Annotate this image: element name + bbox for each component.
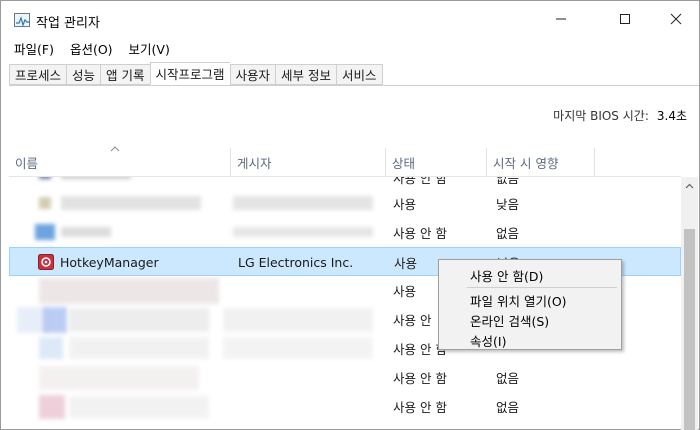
row-status: 사용 안 함 [393, 226, 447, 241]
tab-users[interactable]: 사용자 [229, 64, 276, 85]
tab-app-history[interactable]: 앱 기록 [100, 64, 150, 85]
obscured-text [39, 366, 199, 390]
maximize-icon [620, 14, 630, 24]
obscured-icon [39, 177, 51, 179]
obscured-text [61, 196, 201, 210]
row-publisher: LG Electronics Inc. [238, 255, 354, 270]
table-row[interactable]: 사용 안 함 없음 [9, 363, 681, 392]
table-row[interactable]: 사용 안 함 없음 [9, 218, 681, 247]
context-search-online[interactable]: 온라인 검색(S) [470, 311, 549, 330]
bios-label: 마지막 BIOS 시간: [553, 109, 649, 123]
context-separator [467, 287, 617, 288]
row-status: 사용 안 함 [393, 400, 447, 415]
obscured-icon [35, 224, 55, 240]
row-status: 사용 [394, 256, 418, 271]
context-disable[interactable]: 사용 안 함(D) [470, 266, 543, 285]
minimize-button[interactable] [538, 1, 584, 37]
tab-services[interactable]: 서비스 [336, 64, 383, 85]
tab-strip: 프로세스 성능 앱 기록 시작프로그램 사용자 세부 정보 서비스 [9, 62, 383, 85]
row-impact: 없음 [496, 371, 520, 386]
menu-view[interactable]: 보기(V) [124, 39, 175, 58]
close-button[interactable] [653, 1, 699, 37]
context-properties[interactable]: 속성(I) [470, 331, 506, 350]
tab-details[interactable]: 세부 정보 [275, 64, 337, 85]
hotkey-manager-icon [38, 254, 54, 270]
row-status: 사용 [393, 197, 417, 212]
table-row[interactable]: 사용 안 함 없음 [9, 392, 681, 421]
vertical-scrollbar[interactable] [681, 177, 698, 430]
obscured-text [61, 177, 131, 179]
obscured-icon [39, 197, 51, 209]
context-open-file-location[interactable]: 파일 위치 열기(O) [470, 291, 567, 310]
chevron-up-icon [685, 183, 694, 188]
row-name: HotkeyManager [60, 255, 159, 270]
task-manager-window: 작업 관리자 파일(F) 옵션(O) 보기(V) 프로세스 성능 앱 기록 시작… [0, 0, 700, 430]
row-status: 사용 안 [393, 313, 432, 328]
obscured-text [223, 337, 373, 359]
obscured-text [223, 308, 373, 332]
row-status: 사용 안 함 [393, 371, 447, 386]
menu-options[interactable]: 옵션(O) [65, 39, 118, 58]
row-impact: 없음 [496, 226, 520, 241]
title-bar: 작업 관리자 [1, 1, 699, 37]
context-menu: 사용 안 함(D) 파일 위치 열기(O) 온라인 검색(S) 속성(I) [438, 259, 622, 350]
column-header-name[interactable]: 이름 [9, 148, 231, 176]
tab-performance[interactable]: 성능 [66, 64, 101, 85]
obscured-text [69, 308, 209, 332]
menu-file[interactable]: 파일(F) [9, 39, 59, 58]
task-manager-icon [14, 13, 30, 27]
column-header-status[interactable]: 상태 [386, 148, 487, 176]
window-title: 작업 관리자 [36, 16, 100, 31]
tab-startup[interactable]: 시작프로그램 [149, 62, 230, 85]
row-status: 사용 [393, 284, 417, 299]
bios-time: 마지막 BIOS 시간: 3.4초 [553, 107, 687, 124]
column-header-publisher[interactable]: 게시자 [231, 148, 386, 176]
scroll-up-button[interactable] [681, 177, 698, 194]
obscured-icon [39, 395, 65, 419]
obscured-text [233, 227, 373, 237]
tab-processes[interactable]: 프로세스 [9, 64, 67, 85]
bios-value: 3.4초 [656, 109, 687, 123]
obscured-icon [43, 307, 67, 333]
obscured-text [69, 337, 209, 359]
obscured-text [39, 278, 219, 304]
column-header-impact[interactable]: 시작 시 영향 [487, 148, 595, 176]
obscured-text [69, 396, 209, 418]
obscured-icon [39, 337, 63, 359]
maximize-button[interactable] [602, 1, 648, 37]
row-impact: 낮음 [496, 197, 520, 212]
obscured-text [233, 196, 373, 210]
obscured-text [61, 227, 111, 237]
table-row[interactable]: 사용 낮음 [9, 189, 681, 218]
scroll-thumb[interactable] [684, 229, 695, 430]
close-icon [670, 13, 682, 25]
tab-divider [9, 85, 699, 86]
menu-bar: 파일(F) 옵션(O) 보기(V) [1, 37, 699, 59]
row-impact: 없음 [496, 400, 520, 415]
minimize-icon [556, 18, 566, 20]
